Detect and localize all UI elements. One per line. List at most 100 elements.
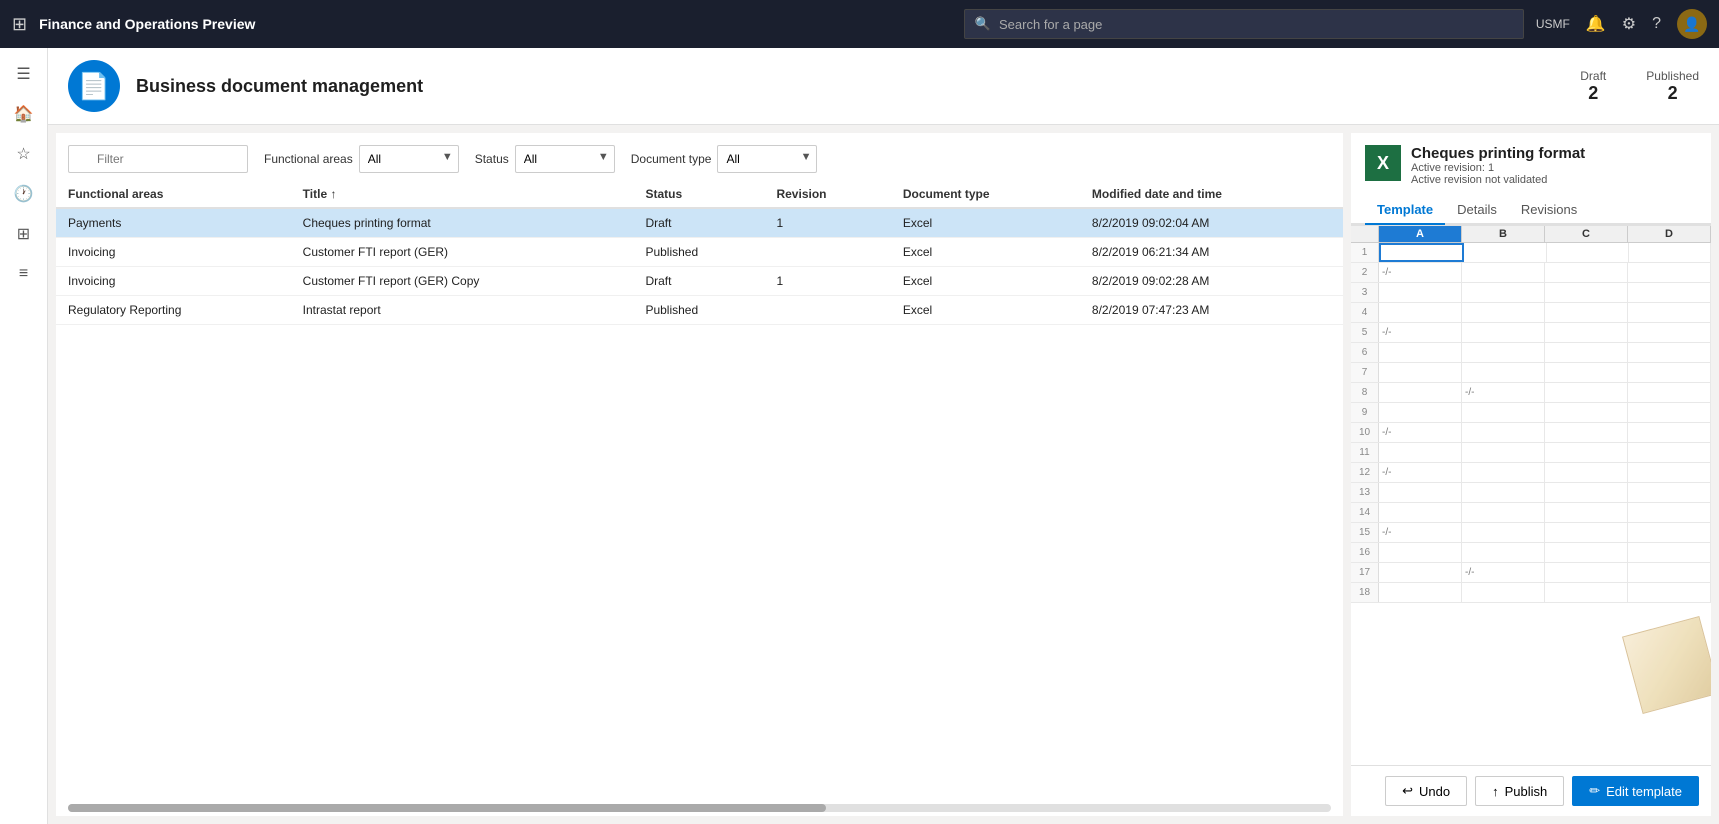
sidebar-item-menu[interactable]: ☰ [6,56,42,92]
sheet-cell[interactable] [1545,483,1628,502]
sheet-cell[interactable] [1545,343,1628,362]
sheet-cell[interactable] [1628,483,1711,502]
settings-icon[interactable]: ⚙ [1622,14,1636,34]
sheet-cell[interactable]: -/- [1462,563,1545,582]
sheet-cell[interactable] [1545,583,1628,602]
sheet-cell[interactable] [1462,283,1545,302]
sheet-cell[interactable] [1462,543,1545,562]
help-icon[interactable]: ? [1652,15,1661,33]
sheet-cell[interactable] [1464,243,1546,262]
sheet-cell[interactable] [1628,303,1711,322]
sheet-cell[interactable] [1628,583,1711,602]
document-type-select[interactable]: All [717,145,817,173]
functional-areas-select[interactable]: All [359,145,459,173]
sheet-cell[interactable] [1379,243,1464,262]
sheet-cell[interactable] [1462,483,1545,502]
sheet-cell[interactable] [1379,543,1462,562]
sidebar-item-recent[interactable]: 🕐 [6,176,42,212]
sheet-cell[interactable] [1462,403,1545,422]
sheet-cell[interactable] [1628,543,1711,562]
sheet-cell[interactable] [1545,423,1628,442]
edit-template-button[interactable]: ✏ Edit template [1572,776,1699,806]
sidebar-item-home[interactable]: 🏠 [6,96,42,132]
sheet-cell[interactable] [1462,583,1545,602]
sheet-cell[interactable] [1545,543,1628,562]
table-row[interactable]: PaymentsCheques printing formatDraft1Exc… [56,208,1343,238]
table-row[interactable]: InvoicingCustomer FTI report (GER) CopyD… [56,267,1343,296]
undo-button[interactable]: ↩ Undo [1385,776,1467,806]
sheet-cell[interactable] [1545,323,1628,342]
sheet-cell[interactable]: -/- [1379,423,1462,442]
sheet-cell[interactable] [1462,423,1545,442]
sheet-cell[interactable] [1379,403,1462,422]
status-select[interactable]: All [515,145,615,173]
sheet-cell[interactable] [1379,363,1462,382]
search-bar[interactable]: 🔍 Search for a page [964,9,1524,39]
sheet-cell[interactable] [1628,263,1711,282]
tab-details[interactable]: Details [1445,196,1509,225]
sheet-cell[interactable] [1545,563,1628,582]
sheet-cell[interactable] [1462,443,1545,462]
sheet-cell[interactable] [1628,283,1711,302]
sheet-cell[interactable] [1379,283,1462,302]
sidebar-item-favorites[interactable]: ☆ [6,136,42,172]
sheet-cell[interactable] [1462,343,1545,362]
table-scrollbar[interactable] [68,804,1331,812]
sheet-cell[interactable] [1545,403,1628,422]
sheet-cell[interactable] [1545,263,1628,282]
sheet-cell[interactable] [1628,443,1711,462]
sheet-cell[interactable] [1379,383,1462,402]
sheet-cell[interactable] [1545,443,1628,462]
sheet-cell[interactable] [1547,243,1629,262]
sheet-cell[interactable] [1545,463,1628,482]
sheet-cell[interactable] [1545,503,1628,522]
sheet-cell[interactable] [1462,263,1545,282]
sheet-cell[interactable] [1628,343,1711,362]
sheet-cell[interactable] [1462,363,1545,382]
sheet-cell[interactable] [1462,463,1545,482]
sheet-cell[interactable] [1462,323,1545,342]
table-row[interactable]: Regulatory ReportingIntrastat reportPubl… [56,296,1343,325]
sheet-cell[interactable] [1628,363,1711,382]
sheet-cell[interactable] [1379,443,1462,462]
sidebar-item-workspaces[interactable]: ⊞ [6,216,42,252]
filter-input[interactable] [68,145,248,173]
sheet-cell[interactable] [1628,323,1711,342]
sheet-cell[interactable] [1628,563,1711,582]
sheet-cell[interactable] [1545,303,1628,322]
sheet-cell[interactable] [1379,343,1462,362]
sidebar-item-modules[interactable]: ≡ [6,256,42,292]
sheet-cell[interactable] [1379,503,1462,522]
sheet-cell[interactable]: -/- [1379,323,1462,342]
sheet-cell[interactable] [1379,303,1462,322]
sheet-cell[interactable] [1545,523,1628,542]
sheet-cell[interactable]: -/- [1379,523,1462,542]
sheet-cell[interactable] [1462,523,1545,542]
sheet-cell[interactable] [1628,523,1711,542]
row-number: 14 [1351,503,1379,522]
sheet-cell[interactable]: -/- [1379,463,1462,482]
sheet-cell[interactable] [1628,403,1711,422]
avatar[interactable]: 👤 [1677,9,1707,39]
publish-button[interactable]: ↑ Publish [1475,776,1564,806]
table-row[interactable]: InvoicingCustomer FTI report (GER)Publis… [56,238,1343,267]
sheet-cell[interactable] [1628,503,1711,522]
sheet-cell[interactable]: -/- [1462,383,1545,402]
app-grid-icon[interactable]: ⊞ [12,14,27,35]
sheet-cell[interactable] [1545,363,1628,382]
tab-revisions[interactable]: Revisions [1509,196,1589,225]
sheet-cell[interactable] [1379,483,1462,502]
sheet-cell[interactable] [1462,503,1545,522]
sheet-cell[interactable] [1629,243,1711,262]
sheet-cell[interactable] [1462,303,1545,322]
notifications-icon[interactable]: 🔔 [1586,14,1606,34]
sheet-cell[interactable] [1545,283,1628,302]
sheet-cell[interactable]: -/- [1379,263,1462,282]
sheet-cell[interactable] [1379,563,1462,582]
sheet-cell[interactable] [1628,423,1711,442]
sheet-cell[interactable] [1628,463,1711,482]
sheet-cell[interactable] [1545,383,1628,402]
sheet-cell[interactable] [1379,583,1462,602]
tab-template[interactable]: Template [1365,196,1445,225]
sheet-cell[interactable] [1628,383,1711,402]
